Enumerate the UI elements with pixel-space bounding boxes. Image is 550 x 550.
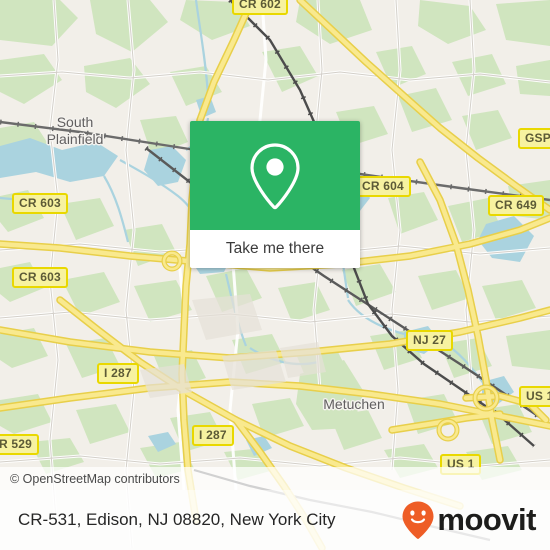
road-shield-i-287-lower: I 287: [192, 425, 234, 446]
place-label-line: South: [56, 114, 94, 130]
take-me-there-button[interactable]: Take me there: [190, 230, 360, 268]
road-shield-cr-603-south: CR 603: [12, 267, 68, 288]
place-label-line: Metuchen: [323, 396, 385, 412]
moovit-smiley-pin-icon: [402, 501, 434, 539]
screenshot-root: South Plainfield Metuchen CR 602 GSP CR …: [0, 0, 550, 550]
take-me-there-label: Take me there: [225, 240, 325, 257]
osm-attribution-text[interactable]: © OpenStreetMap contributors: [0, 472, 180, 486]
road-shield-cr-604: CR 604: [355, 176, 411, 197]
moovit-logo[interactable]: moovit: [401, 500, 536, 540]
bottom-info-bar: CR-531, Edison, NJ 08820, New York City …: [0, 490, 550, 550]
road-shield-nj-27: NJ 27: [406, 330, 454, 351]
road-shield-i-287-upper: I 287: [97, 363, 139, 384]
moovit-wordmark: moovit: [437, 502, 536, 537]
place-label-metuchen: Metuchen: [314, 396, 394, 412]
address-text: CR-531, Edison, NJ 08820, New York City: [18, 510, 336, 529]
road-shield-cr-603-north: CR 603: [12, 193, 68, 214]
place-label-south-plainfield: South Plainfield: [27, 114, 123, 148]
road-shield-us-1-east: US 1: [519, 386, 550, 407]
destination-card[interactable]: Take me there: [190, 121, 360, 268]
road-shield-cr-649: CR 649: [488, 195, 544, 216]
place-label-line: Plainfield: [46, 131, 104, 147]
road-shield-cr-529: R 529: [0, 434, 40, 455]
road-shield-cr-602: CR 602: [232, 0, 288, 15]
map-pin-icon: [250, 142, 300, 209]
map-attribution-bar: © OpenStreetMap contributors: [0, 467, 550, 490]
road-shield-gsp: GSP: [518, 128, 550, 149]
card-pin-area: [190, 121, 360, 230]
